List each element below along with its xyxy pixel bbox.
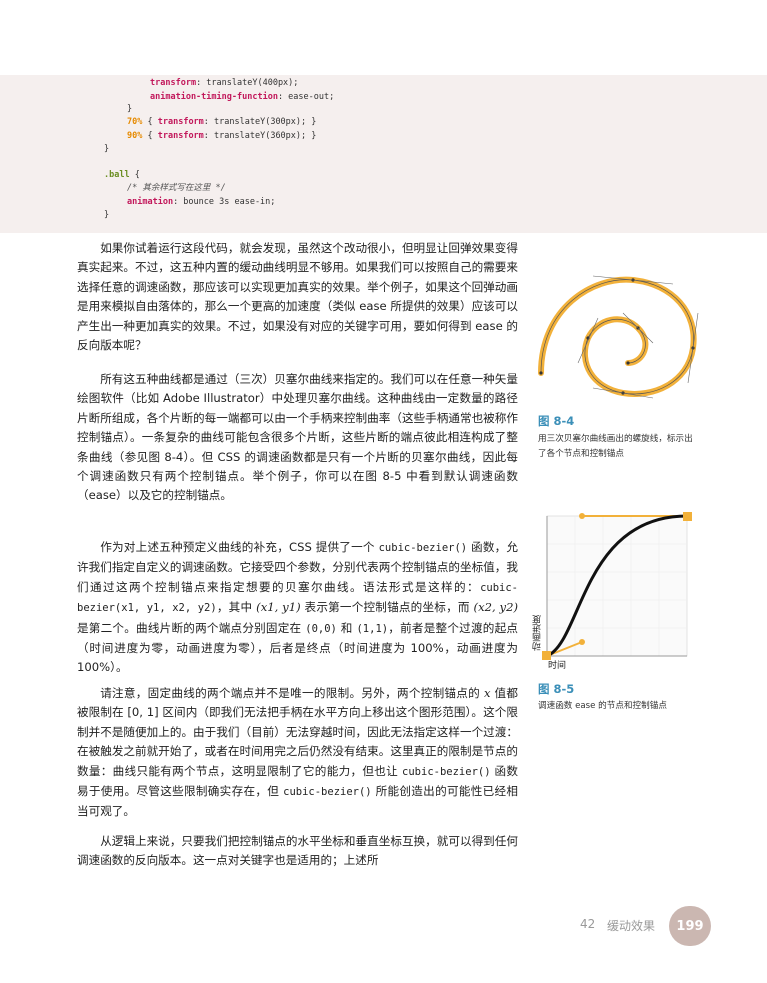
- chapter-number: 42: [580, 917, 596, 931]
- code-value: : translateY(360px); }: [203, 131, 317, 141]
- code-line: 70% { transform: translateY(300px); }: [127, 117, 316, 128]
- code-property: transform: [157, 131, 204, 141]
- paragraph-2: 所有这五种曲线都是通过（三次）贝塞尔曲线来指定的。我们可以在任意一种矢量绘图软件…: [77, 372, 518, 503]
- spiral-curve: [538, 276, 697, 397]
- code-line: .ball {: [104, 170, 140, 181]
- text-run: ，其中: [216, 600, 257, 615]
- code-line: }: [127, 104, 133, 114]
- code-property: animation: [127, 197, 174, 207]
- x-axis-label: 时间: [548, 661, 567, 671]
- code-property: transform: [157, 117, 204, 127]
- code-keyframe: 90%: [127, 131, 143, 141]
- inline-code: cubic-bezier(): [378, 542, 468, 554]
- code-line: /* 其余样式写在这里 */: [127, 183, 226, 194]
- chart-plot-area: [546, 515, 688, 657]
- text-run: 和: [336, 620, 357, 635]
- code-brace: {: [129, 170, 140, 180]
- code-property: transform: [150, 78, 197, 88]
- code-line: animation: bounce 3s ease-in;: [127, 197, 275, 208]
- figure-8-5-caption: 调速函数 ease 的节点和控制锚点: [538, 701, 667, 711]
- code-selector: .ball: [104, 170, 130, 180]
- code-value: : ease-out;: [277, 92, 335, 102]
- inline-code: (1,1): [356, 622, 389, 635]
- code-line: }: [104, 210, 110, 220]
- code-brace: {: [147, 117, 158, 127]
- end-anchor: [683, 512, 692, 521]
- handle-line: [622, 312, 654, 344]
- math-text: (x2, y2): [473, 600, 519, 615]
- paragraph-1: 如果你试着运行这段代码，就会发现，虽然这个改动很小，但明显让回弹效果变得真实起来…: [77, 241, 518, 353]
- paragraph-5: 从逻辑上来说，只要我们把控制锚点的水平坐标和垂直坐标互换，就可以得到任何调速函数…: [77, 834, 518, 868]
- figure-8-4-spiral: [538, 275, 699, 399]
- figure-8-5-ease-curve: [542, 512, 692, 660]
- code-value: : translateY(400px);: [196, 78, 299, 88]
- code-block: transform: translateY(400px); animation-…: [0, 75, 767, 233]
- code-line: 90% { transform: translateY(360px); }: [127, 131, 316, 142]
- text-run: 作为对上述五种预定义曲线的补充，CSS 提供了一个: [100, 540, 379, 554]
- handle-line: [577, 317, 599, 364]
- code-value: : translateY(300px); }: [203, 117, 317, 127]
- control-point-1: [579, 639, 585, 645]
- text-run: 表示第一个控制锚点的坐标，而: [300, 600, 474, 615]
- inline-code: (0,0): [305, 622, 337, 635]
- text-run: 是第二个。曲线片断的两个端点分别固定在: [77, 620, 306, 635]
- code-value: : bounce 3s ease-in;: [173, 197, 276, 207]
- code-line: transform: translateY(400px);: [150, 78, 298, 89]
- code-keyframe: 70%: [127, 117, 143, 127]
- code-line: animation-timing-function: ease-out;: [150, 92, 334, 103]
- chapter-title: 缓动效果: [607, 919, 656, 933]
- inline-code: cubic-bezier(): [283, 786, 372, 799]
- inline-code: cubic-bezier(): [402, 765, 491, 778]
- figure-8-4-label: 图 8-4: [538, 414, 575, 428]
- paragraph-4: 请注意，固定曲线的两个端点并不是唯一的限制。另外，两个控制锚点的 x 值都被限制…: [77, 684, 518, 822]
- anchor-point: [539, 371, 543, 375]
- code-line: }: [104, 144, 110, 154]
- math-text: (x1, y1): [256, 600, 301, 615]
- code-brace: {: [147, 131, 158, 141]
- page-number-badge: 199: [669, 906, 711, 946]
- code-property: animation-timing-function: [150, 92, 278, 102]
- anchor-point: [626, 361, 630, 365]
- figure-8-5-label: 图 8-5: [538, 682, 575, 696]
- paragraph-3: 作为对上述五种预定义曲线的补充，CSS 提供了一个 cubic-bezier()…: [77, 538, 518, 678]
- text-run: 请注意，固定曲线的两个端点并不是唯一的限制。另外，两个控制锚点的: [100, 686, 485, 700]
- control-point-2: [579, 513, 585, 519]
- page-number: 199: [676, 918, 704, 934]
- figure-8-4-caption: 用三次贝塞尔曲线画出的螺旋线，标示出了各个节点和控制锚点: [538, 434, 693, 459]
- y-axis-label: 动画进度: [533, 615, 543, 651]
- code-comment: /* 其余样式写在这里 */: [127, 183, 226, 193]
